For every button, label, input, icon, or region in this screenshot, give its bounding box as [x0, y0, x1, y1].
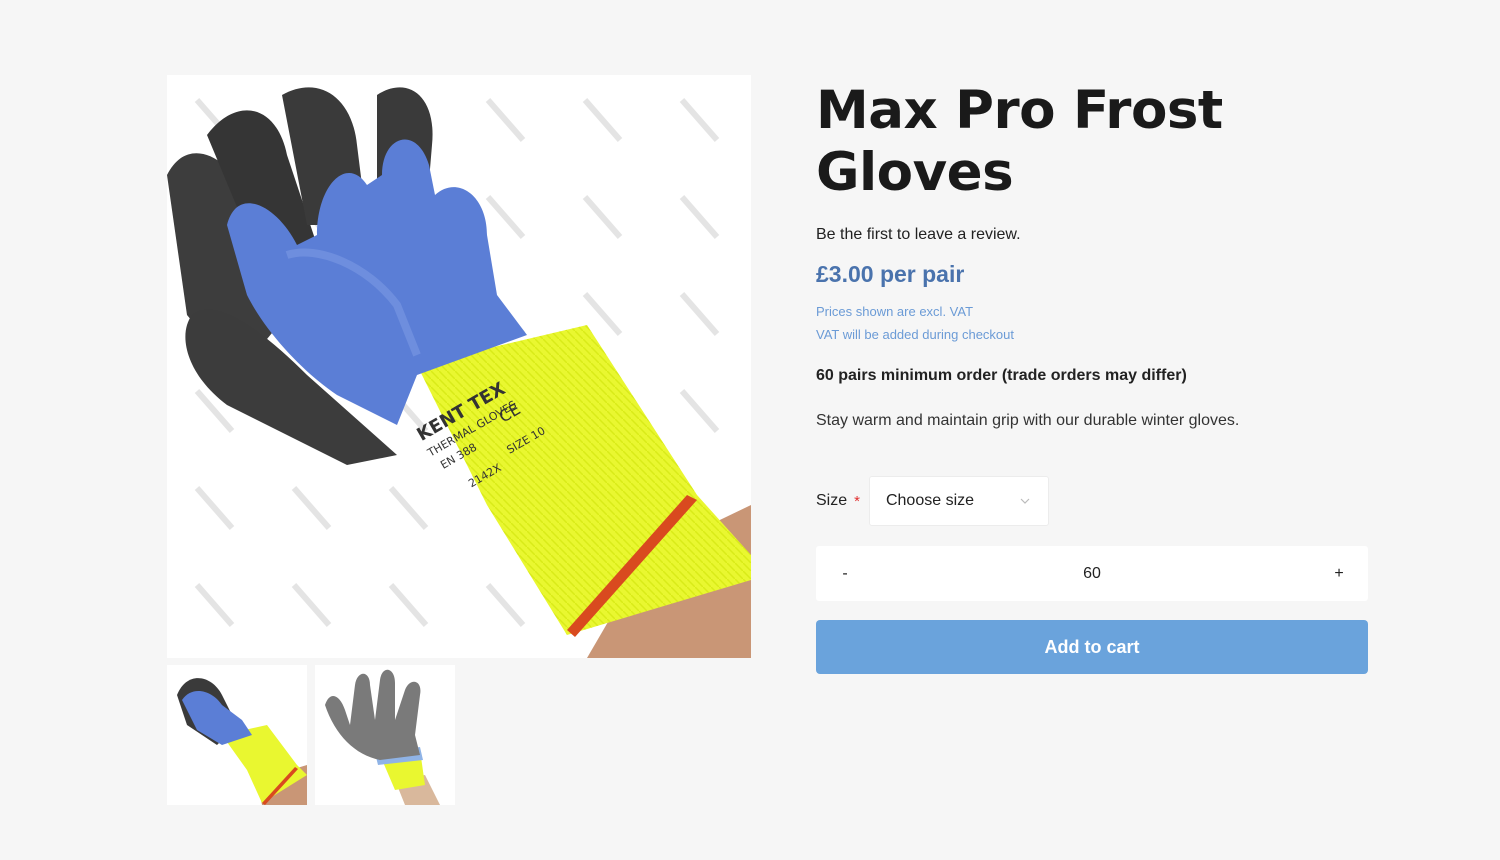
- quantity-decrease-button[interactable]: -: [838, 565, 852, 583]
- product-description: Stay warm and maintain grip with our dur…: [816, 412, 1240, 429]
- thumbnail-strip: [167, 665, 751, 805]
- quantity-input[interactable]: 60: [1083, 565, 1101, 583]
- quantity-increase-button[interactable]: +: [1332, 565, 1346, 583]
- review-prompt[interactable]: Be the first to leave a review.: [816, 226, 1368, 244]
- size-select[interactable]: Choose size: [868, 476, 1049, 526]
- minimum-order-note: 60 pairs minimum order (trade orders may…: [816, 367, 1187, 384]
- vat-note-checkout: VAT will be added during checkout: [816, 327, 1015, 342]
- size-select-value: Choose size: [885, 492, 975, 509]
- product-gallery: KENT TEX THERMAL GLOVES EN 388 CE SIZE 1…: [167, 75, 751, 805]
- size-option-row: Size * Choose size: [816, 476, 1049, 526]
- product-title: Max Pro Frost Gloves: [816, 80, 1223, 203]
- required-mark: *: [854, 492, 860, 510]
- thumbnail-1[interactable]: [167, 665, 307, 805]
- vat-note-excl: Prices shown are excl. VAT: [816, 304, 974, 319]
- quantity-stepper: - 60 +: [816, 546, 1368, 601]
- product-info: Max Pro Frost Gloves Be the first to lea…: [816, 80, 1368, 674]
- chevron-down-icon: [1020, 498, 1030, 504]
- thumbnail-2[interactable]: [315, 665, 455, 805]
- main-product-image[interactable]: KENT TEX THERMAL GLOVES EN 388 CE SIZE 1…: [167, 75, 751, 658]
- vat-notes: Prices shown are excl. VAT VAT will be a…: [816, 300, 1368, 346]
- product-price: £3.00 per pair: [816, 261, 965, 287]
- add-to-cart-button[interactable]: Add to cart: [816, 620, 1368, 674]
- size-label: Size: [816, 492, 848, 509]
